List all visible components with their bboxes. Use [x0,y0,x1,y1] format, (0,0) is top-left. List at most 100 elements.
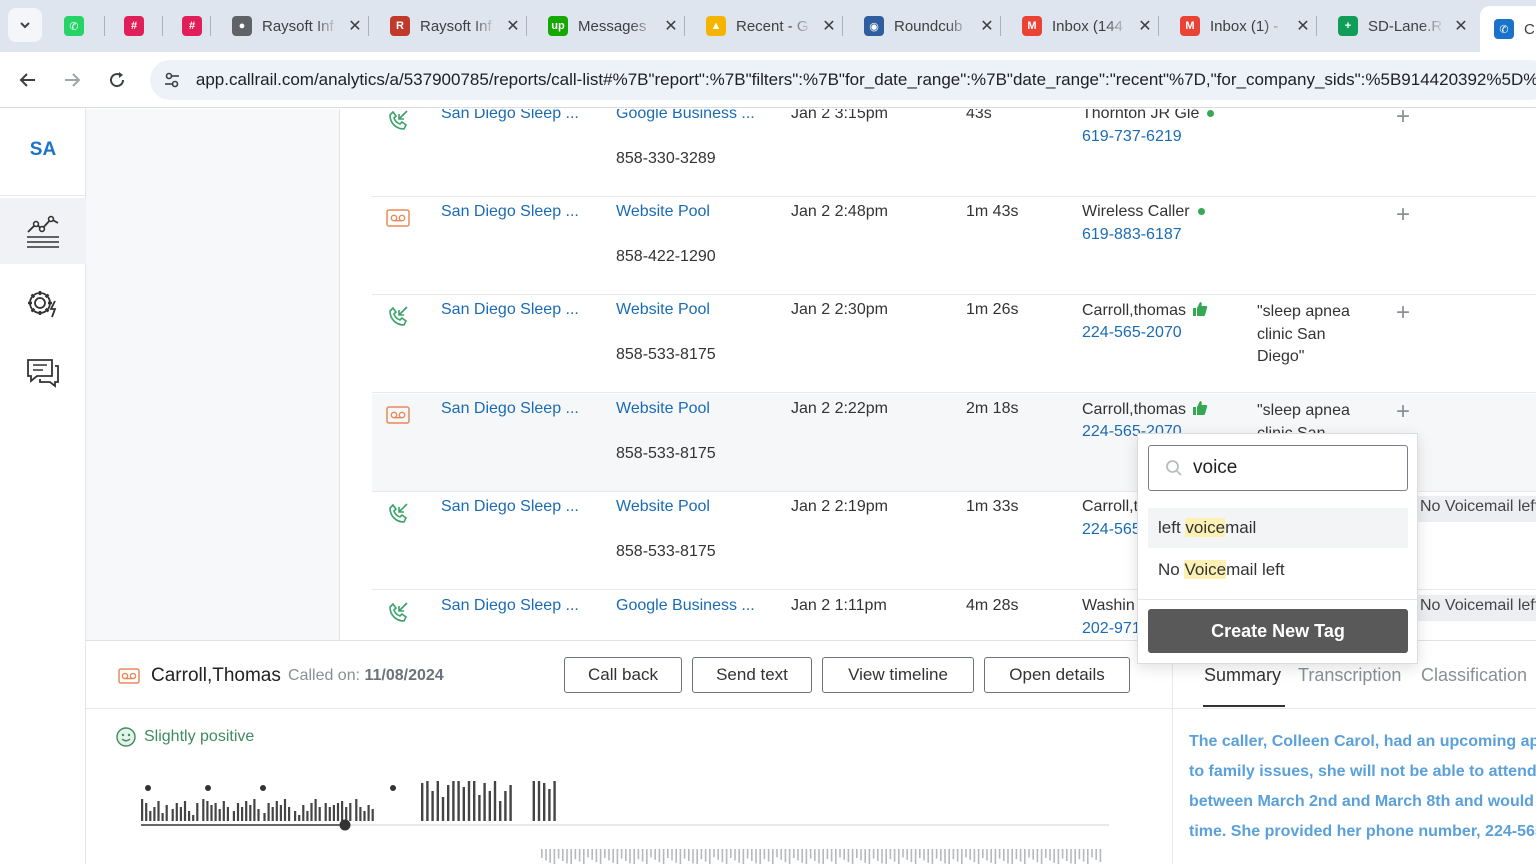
add-tag-button[interactable]: + [1396,299,1410,327]
view-timeline-button[interactable]: View timeline [822,657,974,693]
waveform-bar [283,799,287,821]
browser-tab[interactable]: M Inbox (144 ✕ [1008,8,1154,44]
source-link[interactable]: Website Pool [616,203,758,221]
call-back-button[interactable]: Call back [564,657,682,693]
tab-classification[interactable]: Classification [1421,665,1527,686]
tab-separator [104,16,105,36]
summary-line: between March 2nd and March 8th and woul… [1189,793,1536,810]
tag-option-no-voicemail-left[interactable]: No Voicemail left [1148,550,1408,590]
waveform-bar [662,849,665,864]
close-tab-icon[interactable]: ✕ [662,16,680,36]
company-link[interactable]: San Diego Sleep ... [441,498,581,516]
tracking-number: 858-330-3289 [616,150,716,167]
waveform-bar [483,783,486,821]
waveform-bar [1074,849,1076,864]
reload-button[interactable] [101,64,133,96]
google-sheets-icon: + [1338,16,1358,36]
company-link[interactable]: San Diego Sleep ... [441,400,581,418]
browser-tab[interactable]: up Messages ✕ [534,8,680,44]
waveform-bar [809,849,812,859]
waveform-bar [202,799,205,821]
browser-tab[interactable]: R Raysoft Inf ✕ [376,8,522,44]
browser-tab[interactable]: # [170,8,202,44]
close-tab-icon[interactable]: ✕ [346,16,364,36]
browser-tab[interactable]: # [112,8,144,44]
company-link[interactable]: San Diego Sleep ... [441,597,581,615]
close-tab-icon[interactable]: ✕ [1136,16,1154,36]
caller-number-link[interactable]: 619-883-6187 [1082,226,1182,244]
company-link[interactable]: San Diego Sleep ... [441,109,581,123]
caller-number-link[interactable]: 619-737-6219 [1082,128,1182,146]
create-new-tag-button[interactable]: Create New Tag [1148,609,1408,653]
waveform-bar [153,807,156,821]
browser-tab[interactable]: ● Raysoft Inf ✕ [218,8,364,44]
source-link[interactable]: Website Pool [616,400,758,418]
source-link[interactable]: Website Pool [616,301,758,319]
account-logo[interactable]: SA [0,139,86,161]
waveform-bar [145,803,148,821]
call-summary-text: The caller, Colleen Carol, had an upcomi… [1189,727,1536,847]
call-duration: 1m 26s [966,301,1019,318]
waveform-bar [990,849,992,863]
waveform-bar [367,805,370,821]
waveform-bar [797,849,799,861]
browser-tab[interactable]: + SD-Lane.R ✕ [1324,8,1470,44]
send-text-button[interactable]: Send text [692,657,812,693]
browser-tab[interactable]: M Inbox (1) - ✕ [1166,8,1312,44]
nav-analytics[interactable] [0,198,86,264]
source-link[interactable]: Google Business ... [616,109,758,123]
source-link[interactable]: Google Business ... [616,597,758,615]
tag-option-left-voicemail[interactable]: left voicemail [1148,508,1408,548]
thumbs-up-icon [1192,400,1208,421]
waveform-bar [363,811,366,821]
call-date: Jan 2 2:48pm [791,203,888,220]
close-tab-icon[interactable]: ✕ [1294,16,1312,36]
tab-summary[interactable]: Summary [1204,665,1281,686]
open-details-button[interactable]: Open details [984,657,1130,693]
table-row[interactable]: San Diego Sleep ... Website Pool 858-422-1… [372,197,1536,295]
table-row[interactable]: San Diego Sleep ... Google Business ... 85… [372,109,1536,197]
add-tag-button[interactable]: + [1396,201,1410,229]
caller-number-link[interactable]: 202-971 [1082,620,1141,638]
tag-search-field[interactable] [1148,445,1408,491]
forward-button[interactable] [56,64,88,96]
waveform-bar [688,849,690,861]
tag-search-input[interactable] [1193,457,1393,479]
company-link[interactable]: San Diego Sleep ... [441,301,581,319]
waveform-bar [345,807,348,821]
playhead-handle[interactable] [339,819,351,831]
caller-name-text: Carroll,thomas [1082,401,1187,418]
caller-name-text: Wireless Caller [1082,203,1190,220]
waveform-bar [218,809,221,821]
add-tag-button[interactable]: + [1396,109,1410,131]
browser-tab[interactable]: ✆ C [1480,6,1536,52]
site-info-icon[interactable] [162,70,182,90]
waveform-bar [700,849,703,860]
caller-number-link[interactable]: 224-565-2070 [1082,324,1182,342]
tab-search-button[interactable] [8,8,42,42]
caller-number-link[interactable]: 224-565 [1082,521,1141,539]
table-row[interactable]: San Diego Sleep ... Website Pool 858-533-8… [372,295,1536,393]
waveform-bar [359,807,362,821]
tag-option-text: No [1158,560,1185,579]
company-link[interactable]: San Diego Sleep ... [441,203,581,221]
close-tab-icon[interactable]: ✕ [820,16,838,36]
call-duration: 2m 18s [966,400,1019,417]
tag-option-text: mail [1225,518,1257,537]
nav-messages[interactable] [0,340,86,406]
close-tab-icon[interactable]: ✕ [1452,16,1470,36]
nav-settings[interactable] [0,271,86,337]
browser-tab[interactable]: ◉ Roundcub ✕ [850,8,996,44]
audio-waveform[interactable] [141,781,1171,864]
url-text: app.callrail.com/analytics/a/537900785/r… [195,70,1536,89]
source-link[interactable]: Website Pool [616,498,758,516]
tab-transcription[interactable]: Transcription [1298,665,1401,686]
address-bar[interactable]: app.callrail.com/analytics/a/537900785/r… [150,60,1536,100]
add-tag-button[interactable]: + [1396,398,1410,426]
close-tab-icon[interactable]: ✕ [504,16,522,36]
close-tab-icon[interactable]: ✕ [978,16,996,36]
browser-tab[interactable]: ▲ Recent - G ✕ [692,8,838,44]
browser-tab[interactable]: ✆ [52,8,84,44]
waveform-bar [868,849,871,864]
back-button[interactable] [12,64,44,96]
